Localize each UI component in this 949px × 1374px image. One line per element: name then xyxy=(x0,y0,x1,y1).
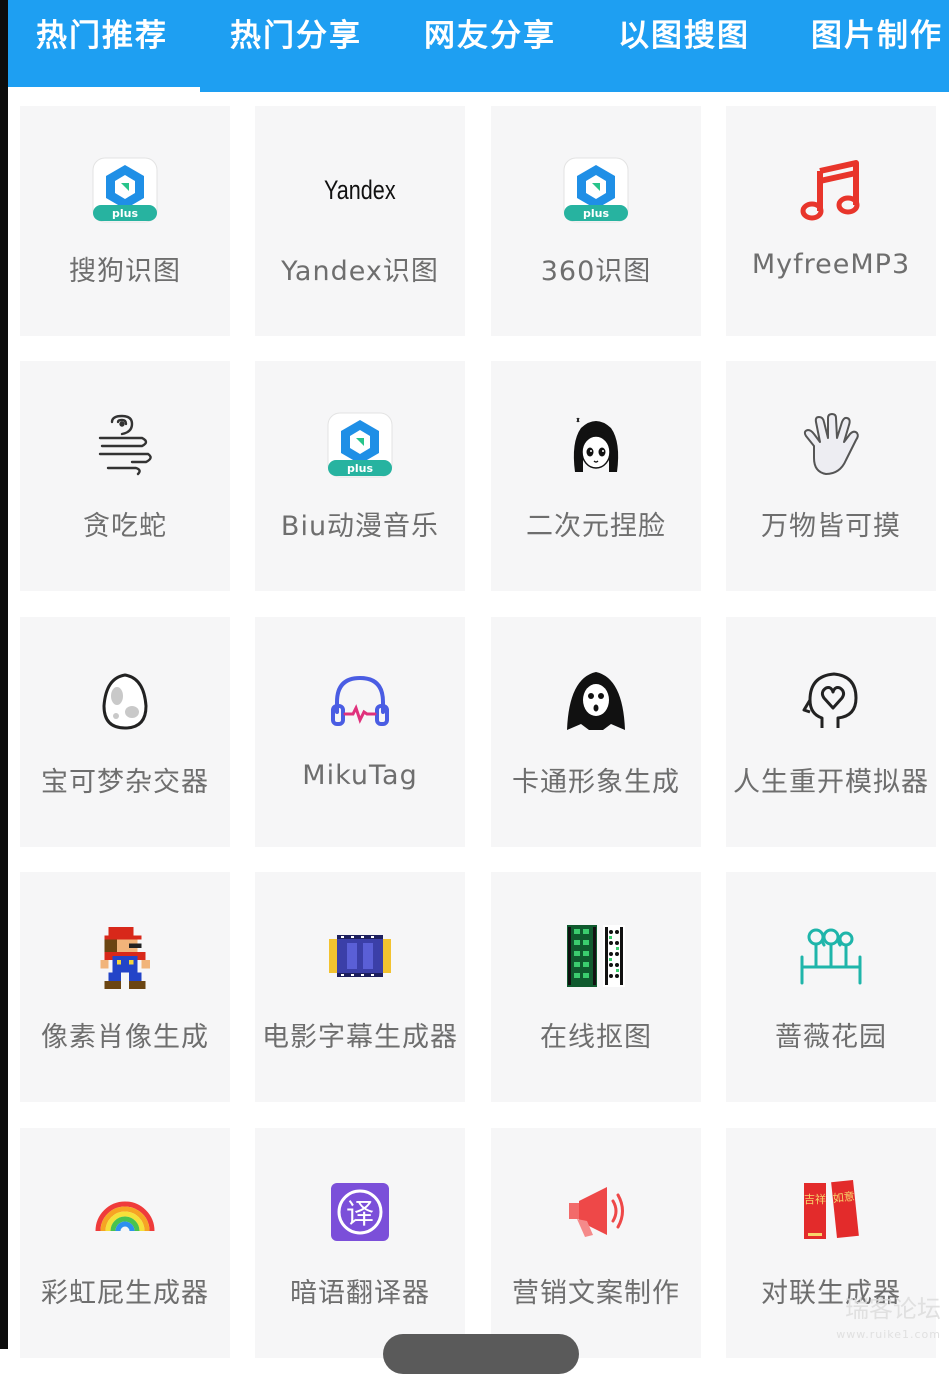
tool-card-myfreemp3[interactable]: MyfreeMP3 xyxy=(726,106,936,336)
snake-icon xyxy=(89,409,161,481)
site-watermark: 瑞客论坛 www.ruike1.com xyxy=(836,1295,941,1341)
tool-label: 宝可梦杂交器 xyxy=(41,767,209,798)
tool-card-rose-garden[interactable]: 蔷薇花园 xyxy=(726,872,936,1102)
tool-label: Biu动漫音乐 xyxy=(280,511,440,542)
tool-label: 彩虹屁生成器 xyxy=(41,1278,209,1309)
tool-label: 在线抠图 xyxy=(540,1022,652,1053)
tool-card-secret-translator[interactable]: 译 暗语翻译器 xyxy=(255,1128,465,1358)
tab-user-share[interactable]: 网友分享 xyxy=(424,14,556,58)
tool-label: 搜狗识图 xyxy=(69,256,181,287)
tool-label: MyfreeMP3 xyxy=(751,249,911,280)
tool-card-360-image-search[interactable]: plus 360识图 xyxy=(491,106,701,336)
plus-app-icon: plus xyxy=(324,409,396,481)
tool-grid: plus 搜狗识图 Yandex Yandex识图 plus 360识图 Myf… xyxy=(8,92,949,1358)
tool-label: 人生重开模拟器 xyxy=(733,767,929,798)
tool-label: 像素肖像生成 xyxy=(41,1022,209,1053)
hand-icon xyxy=(795,409,867,481)
rainbow-icon xyxy=(89,1176,161,1248)
head-heart-icon xyxy=(795,665,867,737)
category-tab-bar: 热门推荐 热门分享 网友分享 以图搜图 图片制作 xyxy=(8,0,949,92)
anime-girl-icon xyxy=(560,409,632,481)
tool-card-movie-subtitle[interactable]: 电影字幕生成器 xyxy=(255,872,465,1102)
yandex-logo-icon: Yandex xyxy=(324,174,396,205)
home-indicator[interactable] xyxy=(383,1334,579,1374)
svg-text:吉祥: 吉祥 xyxy=(804,1192,826,1206)
tool-card-pokemon-fusion[interactable]: 宝可梦杂交器 xyxy=(20,617,230,847)
svg-text:译: 译 xyxy=(346,1197,374,1230)
tool-label: 营销文案制作 xyxy=(512,1278,680,1309)
tab-image-search[interactable]: 以图搜图 xyxy=(618,14,750,58)
tool-label: 卡通形象生成 xyxy=(512,767,680,798)
tool-label: 蔷薇花园 xyxy=(775,1022,887,1053)
translate-icon: 译 xyxy=(324,1176,396,1248)
tool-card-yandex-image-search[interactable]: Yandex Yandex识图 xyxy=(255,106,465,336)
tool-label: 万物皆可摸 xyxy=(761,511,901,542)
tool-card-anime-face-maker[interactable]: 二次元捏脸 xyxy=(491,361,701,591)
tool-label: 贪吃蛇 xyxy=(83,511,167,542)
film-cutout-icon xyxy=(560,920,632,992)
egg-icon xyxy=(89,665,161,737)
tool-card-life-restart-sim[interactable]: 人生重开模拟器 xyxy=(726,617,936,847)
tab-image-making[interactable]: 图片制作 xyxy=(811,14,943,58)
tool-label: 二次元捏脸 xyxy=(526,511,666,542)
tool-card-pixel-portrait[interactable]: 像素肖像生成 xyxy=(20,872,230,1102)
screen-left-edge xyxy=(0,0,8,1349)
tool-card-rainbow-compliment[interactable]: 彩虹屁生成器 xyxy=(20,1128,230,1358)
tool-card-cartoon-avatar[interactable]: 卡通形象生成 xyxy=(491,617,701,847)
tool-label: Yandex识图 xyxy=(281,256,439,287)
ghost-icon xyxy=(560,665,632,737)
plus-app-icon: plus xyxy=(560,154,632,226)
plus-app-icon: plus xyxy=(89,154,161,226)
tab-hot-share[interactable]: 热门分享 xyxy=(230,14,362,58)
svg-text:如意: 如意 xyxy=(832,1189,855,1205)
couplet-icon: 吉祥 如意 xyxy=(795,1176,867,1248)
tool-label: 暗语翻译器 xyxy=(290,1278,430,1309)
tool-card-marketing-copy[interactable]: 营销文案制作 xyxy=(491,1128,701,1358)
tool-card-sogou-image-search[interactable]: plus 搜狗识图 xyxy=(20,106,230,336)
megaphone-icon xyxy=(560,1176,632,1248)
tool-label: 360识图 xyxy=(540,256,652,287)
film-strip-icon xyxy=(324,920,396,992)
svg-text:plus: plus xyxy=(583,207,609,220)
garden-fence-icon xyxy=(795,920,867,992)
tab-hot-recommend[interactable]: 热门推荐 xyxy=(36,14,168,58)
headphones-icon xyxy=(324,665,396,737)
svg-text:plus: plus xyxy=(347,462,373,475)
music-note-icon xyxy=(795,154,867,226)
pixel-mario-icon xyxy=(89,920,161,992)
tool-card-mikutag[interactable]: MikuTag xyxy=(255,617,465,847)
tool-card-snake-game[interactable]: 贪吃蛇 xyxy=(20,361,230,591)
tool-card-touch-everything[interactable]: 万物皆可摸 xyxy=(726,361,936,591)
tool-card-online-cutout[interactable]: 在线抠图 xyxy=(491,872,701,1102)
tool-label: MikuTag xyxy=(302,760,418,791)
svg-text:plus: plus xyxy=(112,207,138,220)
tool-card-biu-anime-music[interactable]: plus Biu动漫音乐 xyxy=(255,361,465,591)
tool-label: 电影字幕生成器 xyxy=(262,1022,458,1053)
